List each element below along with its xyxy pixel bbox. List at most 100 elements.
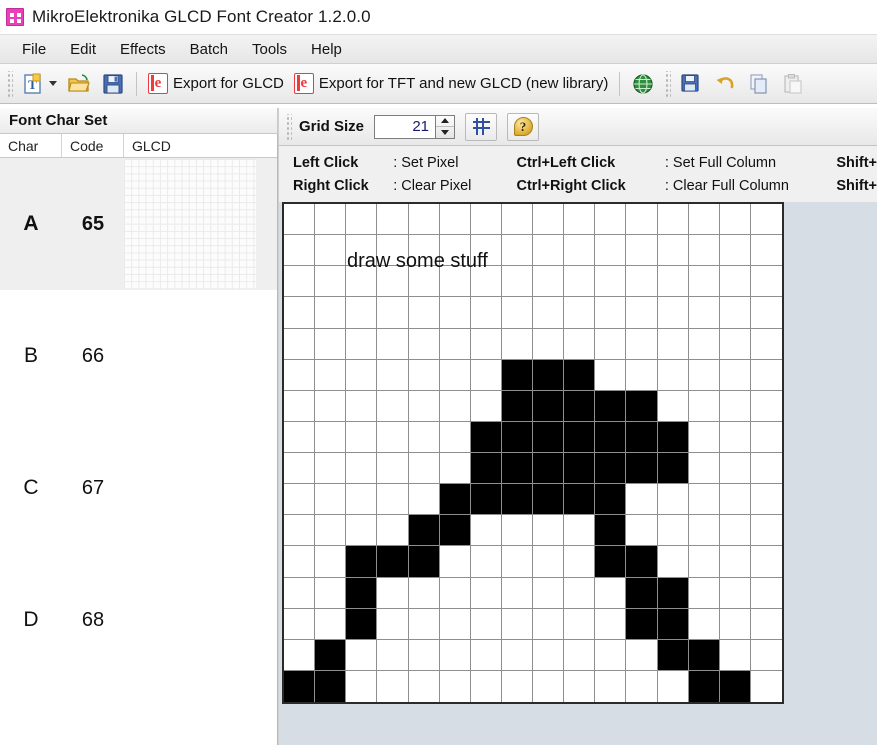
toggle-grid-button[interactable] [465, 112, 498, 141]
pixel-cell[interactable] [408, 608, 440, 640]
pixel-cell[interactable] [377, 266, 409, 298]
pixel-cell[interactable] [377, 546, 409, 578]
pixel-cell[interactable] [533, 515, 565, 547]
pixel-cell[interactable] [439, 204, 471, 236]
pixel-cell[interactable] [719, 453, 751, 485]
pixel-cell[interactable] [470, 235, 502, 267]
pixel-cell[interactable] [346, 421, 378, 453]
pixel-cell[interactable] [533, 546, 565, 578]
pixel-cell[interactable] [564, 670, 596, 702]
open-file-button[interactable] [62, 68, 96, 100]
pixel-cell[interactable] [315, 359, 347, 391]
pixel-cell[interactable] [377, 639, 409, 671]
pixel-cell[interactable] [470, 453, 502, 485]
pixel-cell[interactable] [315, 421, 347, 453]
pixel-cell[interactable] [346, 639, 378, 671]
menu-item-edit[interactable]: Edit [58, 38, 108, 61]
pixel-cell[interactable] [284, 328, 316, 360]
pixel-cell[interactable] [750, 670, 782, 702]
pixel-cell[interactable] [750, 515, 782, 547]
pixel-cell[interactable] [750, 608, 782, 640]
pixel-cell[interactable] [439, 297, 471, 329]
pixel-cell[interactable] [750, 639, 782, 671]
pixel-cell[interactable] [533, 608, 565, 640]
pixel-cell[interactable] [626, 639, 658, 671]
pixel-cell[interactable] [439, 639, 471, 671]
pixel-cell[interactable] [470, 266, 502, 298]
pixel-cell[interactable] [595, 328, 627, 360]
pixel-cell[interactable] [688, 328, 720, 360]
pixel-cell[interactable] [719, 670, 751, 702]
pixel-cell[interactable] [564, 390, 596, 422]
save-as-button[interactable] [674, 68, 708, 100]
pixel-cell[interactable] [346, 453, 378, 485]
pixel-cell[interactable] [657, 577, 689, 609]
pixel-cell[interactable] [688, 670, 720, 702]
pixel-cell[interactable] [719, 297, 751, 329]
pixel-cell[interactable] [595, 515, 627, 547]
pixel-cell[interactable] [346, 608, 378, 640]
pixel-cell[interactable] [564, 608, 596, 640]
pixel-cell[interactable] [377, 235, 409, 267]
pixel-cell[interactable] [719, 421, 751, 453]
pixel-cell[interactable] [439, 453, 471, 485]
pixel-cell[interactable] [501, 546, 533, 578]
chevron-down-icon[interactable] [49, 81, 57, 86]
pixel-cell[interactable] [533, 328, 565, 360]
undo-button[interactable] [708, 68, 742, 100]
pixel-cell[interactable] [719, 484, 751, 516]
pixel-cell[interactable] [470, 639, 502, 671]
pixel-cell[interactable] [657, 390, 689, 422]
pixel-cell[interactable] [470, 204, 502, 236]
pixel-cell[interactable] [408, 421, 440, 453]
pixel-cell[interactable] [470, 577, 502, 609]
pixel-cell[interactable] [657, 235, 689, 267]
pixel-cell[interactable] [346, 359, 378, 391]
pixel-cell[interactable] [439, 328, 471, 360]
pixel-cell[interactable] [470, 421, 502, 453]
pixel-cell[interactable] [719, 328, 751, 360]
pixel-cell[interactable] [284, 546, 316, 578]
pixel-cell[interactable] [719, 608, 751, 640]
pixel-cell[interactable] [439, 235, 471, 267]
pixel-cell[interactable] [408, 235, 440, 267]
menu-item-help[interactable]: Help [299, 38, 354, 61]
pixel-cell[interactable] [315, 204, 347, 236]
pixel-cell[interactable] [626, 421, 658, 453]
pixel-cell[interactable] [284, 235, 316, 267]
pixel-cell[interactable] [501, 484, 533, 516]
pixel-cell[interactable] [719, 639, 751, 671]
pixel-cell[interactable] [408, 297, 440, 329]
pixel-cell[interactable] [595, 390, 627, 422]
pixel-cell[interactable] [688, 266, 720, 298]
pixel-cell[interactable] [501, 515, 533, 547]
pixel-cell[interactable] [501, 328, 533, 360]
pixel-cell[interactable] [501, 390, 533, 422]
pixel-cell[interactable] [501, 577, 533, 609]
pixel-cell[interactable] [408, 515, 440, 547]
pixel-cell[interactable] [533, 421, 565, 453]
pixel-cell[interactable] [626, 297, 658, 329]
pixel-cell[interactable] [346, 328, 378, 360]
pixel-cell[interactable] [284, 515, 316, 547]
pixel-cell[interactable] [501, 453, 533, 485]
pixel-cell[interactable] [657, 639, 689, 671]
pixel-cell[interactable] [346, 235, 378, 267]
pixel-cell[interactable] [470, 484, 502, 516]
pixel-cell[interactable] [564, 359, 596, 391]
pixel-cell[interactable] [408, 204, 440, 236]
pixel-cell[interactable] [315, 235, 347, 267]
help-button[interactable]: ? [507, 112, 540, 141]
pixel-cell[interactable] [533, 204, 565, 236]
pixel-cell[interactable] [719, 390, 751, 422]
pixel-cell[interactable] [284, 670, 316, 702]
pixel-cell[interactable] [439, 421, 471, 453]
pixel-cell[interactable] [688, 235, 720, 267]
pixel-cell[interactable] [533, 670, 565, 702]
pixel-cell[interactable] [657, 297, 689, 329]
pixel-cell[interactable] [564, 421, 596, 453]
pixel-cell[interactable] [408, 484, 440, 516]
export-for-glcd-button[interactable]: e Export for GLCD [143, 68, 289, 100]
pixel-cell[interactable] [439, 546, 471, 578]
table-row[interactable]: C 67 [0, 422, 277, 554]
